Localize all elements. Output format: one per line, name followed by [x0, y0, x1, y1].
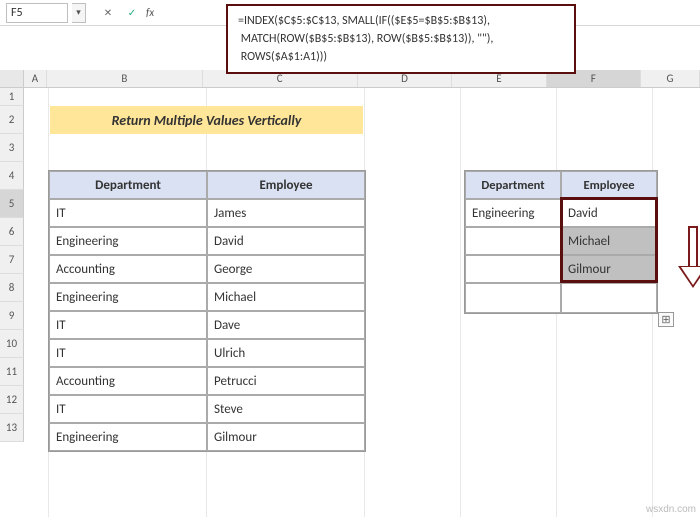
row-head-2[interactable]: 2	[0, 106, 24, 134]
row-head-1[interactable]: 1	[0, 88, 24, 106]
cell-dept[interactable]	[465, 227, 561, 255]
cell-dept[interactable]: IT	[49, 339, 207, 367]
cell-dept[interactable]: Engineering	[49, 227, 207, 255]
formula-line-2: MATCH(ROW($B$5:$B$13), ROW($B$5:$B$13)),…	[238, 30, 564, 48]
cell-dept[interactable]: Accounting	[49, 255, 207, 283]
table-row: ITDave	[49, 311, 365, 339]
header-department[interactable]: Department	[465, 171, 561, 199]
cell-dept[interactable]	[465, 255, 561, 283]
cell-emp[interactable]: Steve	[207, 395, 365, 423]
cells-area[interactable]: Return Multiple Values Vertically Depart…	[24, 88, 700, 517]
cell-emp[interactable]: Ulrich	[207, 339, 365, 367]
cell-emp[interactable]: James	[207, 199, 365, 227]
cell-emp[interactable]: David	[207, 227, 365, 255]
cell-emp-f5[interactable]: David	[561, 199, 657, 227]
table-row: AccountingGeorge	[49, 255, 365, 283]
table-header-row: Department Employee	[465, 171, 657, 199]
cell-emp[interactable]: Dave	[207, 311, 365, 339]
watermark: wsxdn.com	[646, 504, 696, 515]
cell-dept[interactable]: IT	[49, 395, 207, 423]
title-banner: Return Multiple Values Vertically	[50, 106, 363, 134]
col-head-b[interactable]: B	[47, 70, 202, 87]
row-head-13[interactable]: 13	[0, 414, 24, 442]
cancel-icon[interactable]: ✕	[100, 5, 116, 21]
table-row: AccountingPetrucci	[49, 367, 365, 395]
main-table: Department Employee ITJames EngineeringD…	[48, 170, 366, 452]
cell-emp[interactable]: Gilmour	[207, 423, 365, 451]
cell-emp-f7[interactable]: Gilmour	[561, 255, 657, 283]
cell-dept[interactable]: Engineering	[49, 283, 207, 311]
header-employee[interactable]: Employee	[561, 171, 657, 199]
row-headers: 1 2 3 4 5 6 7 8 9 10 11 12 13	[0, 88, 24, 442]
header-department[interactable]: Department	[49, 171, 207, 199]
cell-emp[interactable]: George	[207, 255, 365, 283]
cell-dept[interactable]: Engineering	[465, 199, 561, 227]
col-head-g[interactable]: G	[641, 70, 700, 87]
table-row: EngineeringMichael	[49, 283, 365, 311]
cell-emp-f6[interactable]: Michael	[561, 227, 657, 255]
row-head-7[interactable]: 7	[0, 246, 24, 274]
autofill-options-icon[interactable]	[658, 312, 674, 327]
table-row: ITJames	[49, 199, 365, 227]
table-row: EngineeringDavid	[49, 227, 365, 255]
table-row: Michael	[465, 227, 657, 255]
row-head-12[interactable]: 12	[0, 386, 24, 414]
cell-dept[interactable]	[465, 283, 561, 313]
table-row: EngineeringDavid	[465, 199, 657, 227]
row-head-3[interactable]: 3	[0, 134, 24, 162]
row-head-6[interactable]: 6	[0, 218, 24, 246]
cell-emp[interactable]: Petrucci	[207, 367, 365, 395]
cell-dept[interactable]: IT	[49, 199, 207, 227]
down-arrow-annotation	[680, 226, 700, 296]
row-head-10[interactable]: 10	[0, 330, 24, 358]
row-head-8[interactable]: 8	[0, 274, 24, 302]
result-table: Department Employee EngineeringDavid Mic…	[464, 170, 658, 314]
cell-dept[interactable]: Engineering	[49, 423, 207, 451]
formula-line-3: ROWS($A$1:A1)))	[238, 48, 564, 66]
cell-dept[interactable]: Accounting	[49, 367, 207, 395]
select-all-corner[interactable]	[0, 70, 24, 87]
enter-icon[interactable]: ✓	[124, 5, 140, 21]
row-head-4[interactable]: 4	[0, 162, 24, 190]
table-row: ITUlrich	[49, 339, 365, 367]
cell-emp-f8[interactable]	[561, 283, 657, 313]
col-head-a[interactable]: A	[24, 70, 48, 87]
row-head-5[interactable]: 5	[0, 190, 24, 218]
table-row	[465, 283, 657, 313]
formula-bar[interactable]: =INDEX($C$5:$C$13, SMALL(IF(($E$5=$B$5:$…	[226, 4, 576, 74]
cell-emp[interactable]: Michael	[207, 283, 365, 311]
table-row: Gilmour	[465, 255, 657, 283]
table-row: ITSteve	[49, 395, 365, 423]
worksheet-grid[interactable]: A B C D E F G 1 2 3 4 5 6 7 8 9 10 11 12…	[0, 70, 700, 517]
row-head-9[interactable]: 9	[0, 302, 24, 330]
cell-dept[interactable]: IT	[49, 311, 207, 339]
row-head-11[interactable]: 11	[0, 358, 24, 386]
fx-icon[interactable]: fx	[146, 6, 154, 19]
name-box[interactable]: F5	[6, 3, 68, 23]
formula-line-1: =INDEX($C$5:$C$13, SMALL(IF(($E$5=$B$5:$…	[238, 12, 564, 30]
excel-window: F5 ▾ ✕ ✓ fx =INDEX($C$5:$C$13, SMALL(IF(…	[0, 0, 700, 517]
header-employee[interactable]: Employee	[207, 171, 365, 199]
name-box-dropdown[interactable]: ▾	[72, 3, 86, 23]
table-header-row: Department Employee	[49, 171, 365, 199]
table-row: EngineeringGilmour	[49, 423, 365, 451]
